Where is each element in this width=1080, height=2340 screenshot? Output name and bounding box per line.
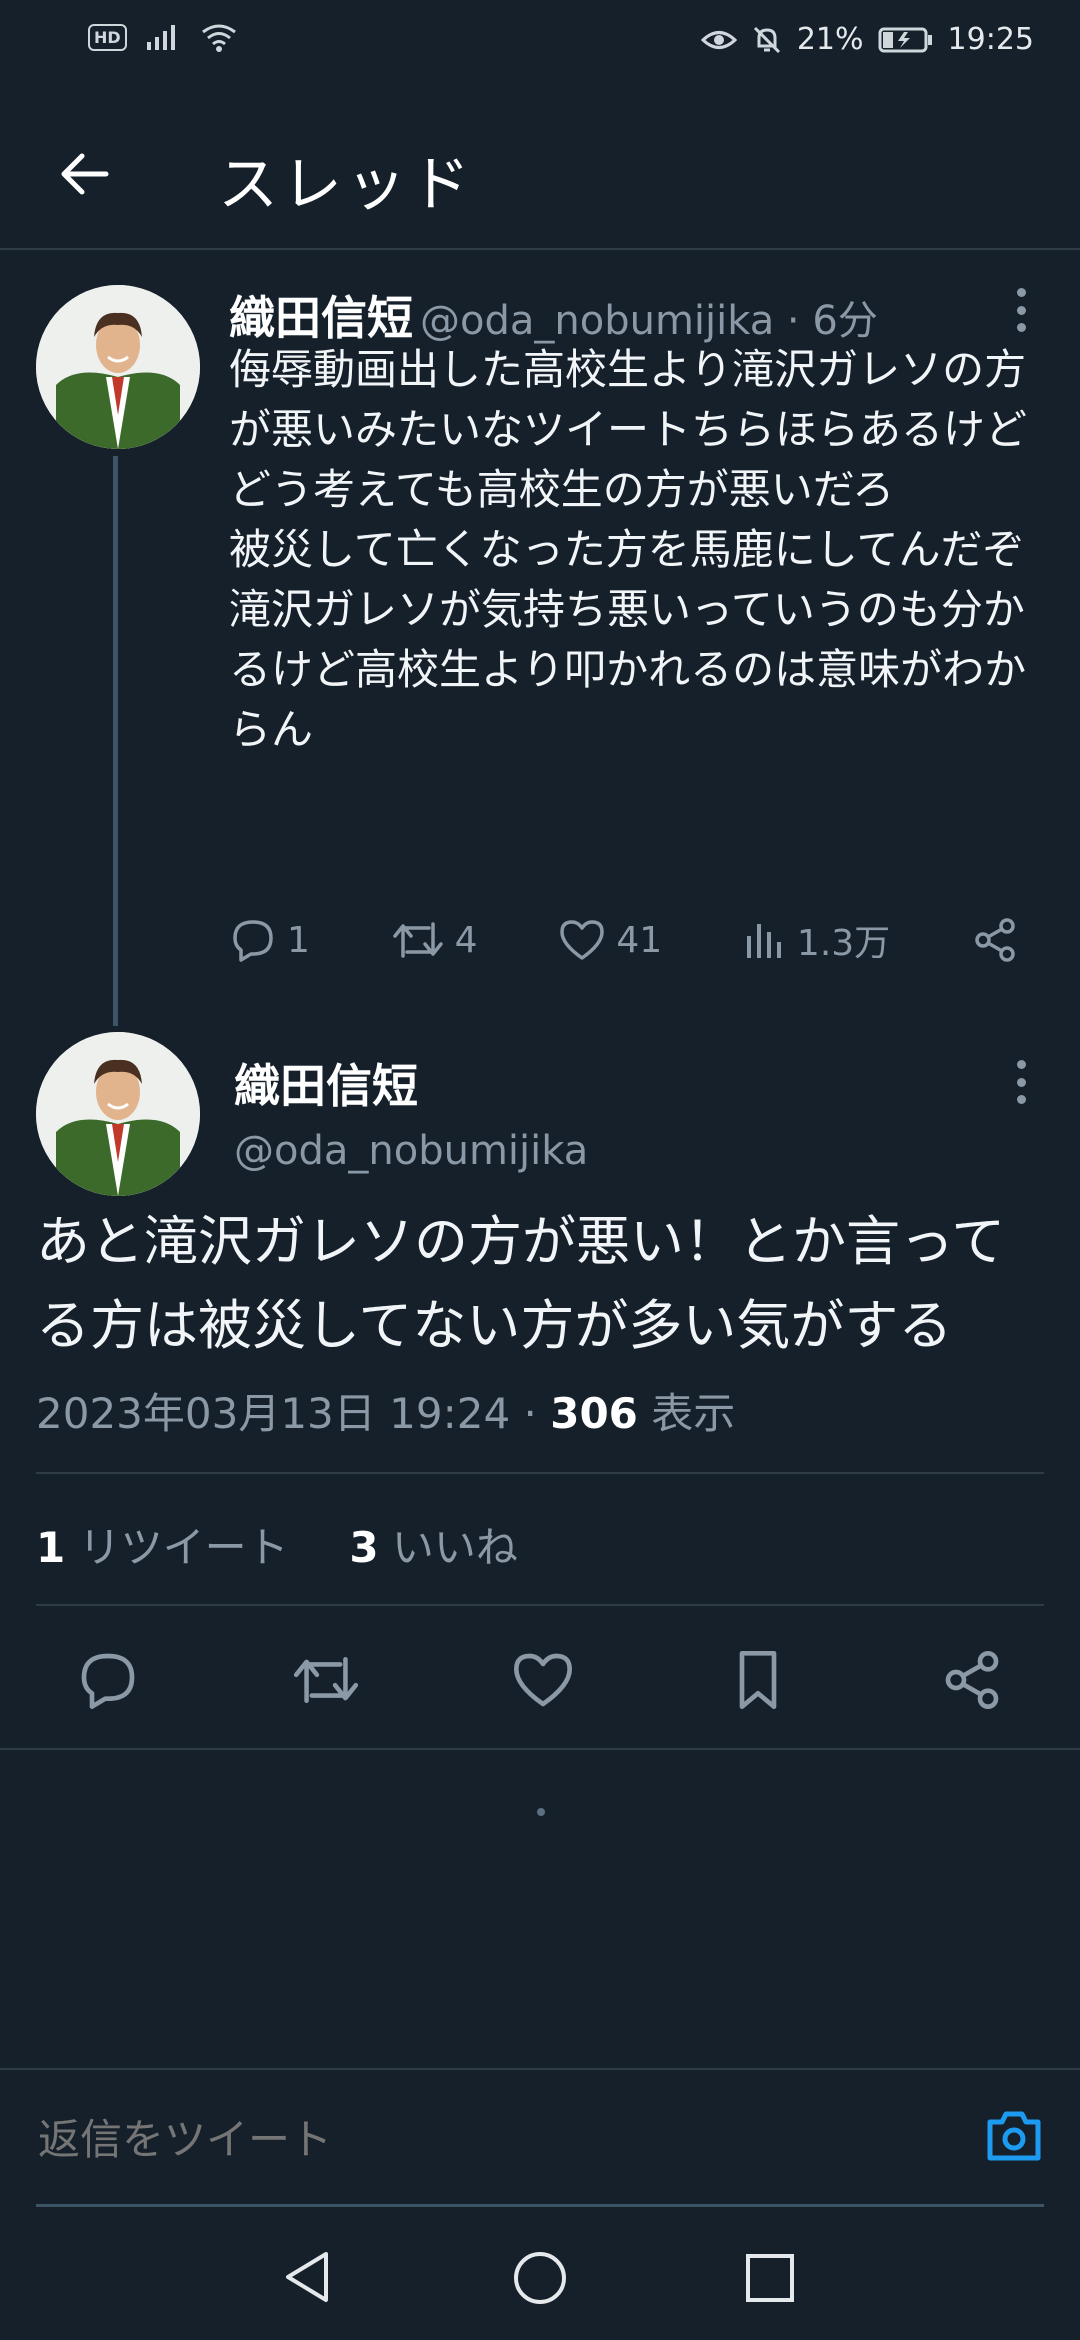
- clock: 19:25: [947, 22, 1034, 57]
- divider: [0, 1748, 1080, 1750]
- battery-icon: [878, 26, 934, 54]
- retweet-stat[interactable]: 1 リツイート: [36, 1523, 289, 1572]
- page-title: スレッド: [218, 150, 474, 220]
- views-button[interactable]: 1.3万: [743, 914, 890, 966]
- divider: [36, 1604, 1044, 1606]
- more-options-icon[interactable]: [1014, 288, 1028, 332]
- retweet-icon: [391, 916, 445, 964]
- camera-icon[interactable]: [984, 2108, 1044, 2164]
- retweet-stat-count: 1: [36, 1523, 66, 1572]
- tweet-text: あと滝沢ガレソの方が悪い！とか言ってる方は被災してない方が多い気がする: [36, 1210, 1006, 1357]
- back-arrow-icon[interactable]: [54, 144, 114, 204]
- tweet-timestamp: 2023年03月13日 19:24 · 306 表示: [36, 1380, 735, 1441]
- share-icon[interactable]: [940, 1648, 1004, 1712]
- reply-icon: [229, 916, 277, 964]
- divider: [36, 1472, 1044, 1474]
- avatar[interactable]: [36, 285, 200, 449]
- thread-connector-line: [113, 456, 118, 1026]
- tweet-action-bar: 1 4 41 1.3万: [229, 910, 1019, 970]
- status-left: HD: [88, 22, 239, 52]
- reply-button[interactable]: 1: [229, 916, 310, 964]
- reply-count: 1: [287, 919, 310, 961]
- reply-input[interactable]: [36, 2114, 840, 2165]
- like-stat[interactable]: 3 いいね: [349, 1523, 518, 1572]
- share-button[interactable]: [971, 916, 1019, 964]
- share-icon: [971, 916, 1019, 964]
- retweet-stat-label: リツイート: [65, 1523, 289, 1572]
- reply-icon[interactable]: [76, 1648, 140, 1712]
- status-bar: HD 21% 19:25: [0, 0, 1080, 80]
- tweet-author-name[interactable]: 織田信短: [229, 282, 413, 348]
- heart-icon[interactable]: [511, 1648, 575, 1712]
- eye-icon: [700, 25, 737, 55]
- system-nav-bar: [0, 2206, 1080, 2340]
- battery-percent: 21%: [796, 22, 864, 57]
- tweet-author-name[interactable]: 織田信短: [234, 1050, 418, 1116]
- bell-off-icon: [751, 24, 783, 56]
- loading-indicator: [537, 1808, 545, 1816]
- tweet-handle-time: @oda_nobumijika · 6分: [420, 298, 878, 344]
- tweet-handle[interactable]: @oda_nobumijika: [234, 1128, 588, 1174]
- tweet-datetime: 2023年03月13日 19:24 ·: [36, 1389, 551, 1438]
- signal-icon: [145, 22, 181, 52]
- more-options-icon[interactable]: [1014, 1060, 1028, 1104]
- avatar[interactable]: [36, 1032, 200, 1196]
- tweet-text: 侮辱動画出した高校生より滝沢ガレソの方が悪いみたいなツイートちらほらあるけど ど…: [229, 345, 1028, 754]
- nav-home-icon[interactable]: [512, 2250, 568, 2306]
- bookmark-icon[interactable]: [726, 1648, 790, 1712]
- like-count: 41: [616, 919, 663, 961]
- focused-tweet-action-bar: [36, 1640, 1044, 1720]
- heart-icon: [558, 916, 606, 964]
- retweet-button[interactable]: 4: [391, 916, 478, 964]
- like-stat-count: 3: [349, 1523, 379, 1572]
- nav-back-icon[interactable]: [282, 2250, 332, 2304]
- like-button[interactable]: 41: [558, 916, 662, 964]
- tweet-view-label: 表示: [637, 1389, 736, 1438]
- nav-recents-icon[interactable]: [744, 2252, 796, 2304]
- tweet-view-count: 306: [550, 1389, 638, 1438]
- views-count: 1.3万: [796, 923, 891, 964]
- retweet-icon[interactable]: [291, 1648, 361, 1712]
- status-right: 21% 19:25: [700, 22, 1034, 57]
- like-stat-label: いいね: [378, 1523, 518, 1572]
- app-header: スレッド: [0, 100, 1080, 250]
- retweet-count: 4: [454, 919, 478, 961]
- tweet-stats: 1 リツイート 3 いいね: [36, 1514, 518, 1575]
- hd-icon: HD: [88, 23, 127, 51]
- analytics-icon: [743, 918, 787, 962]
- reply-bar: [0, 2068, 1080, 2208]
- wifi-icon: [199, 22, 239, 52]
